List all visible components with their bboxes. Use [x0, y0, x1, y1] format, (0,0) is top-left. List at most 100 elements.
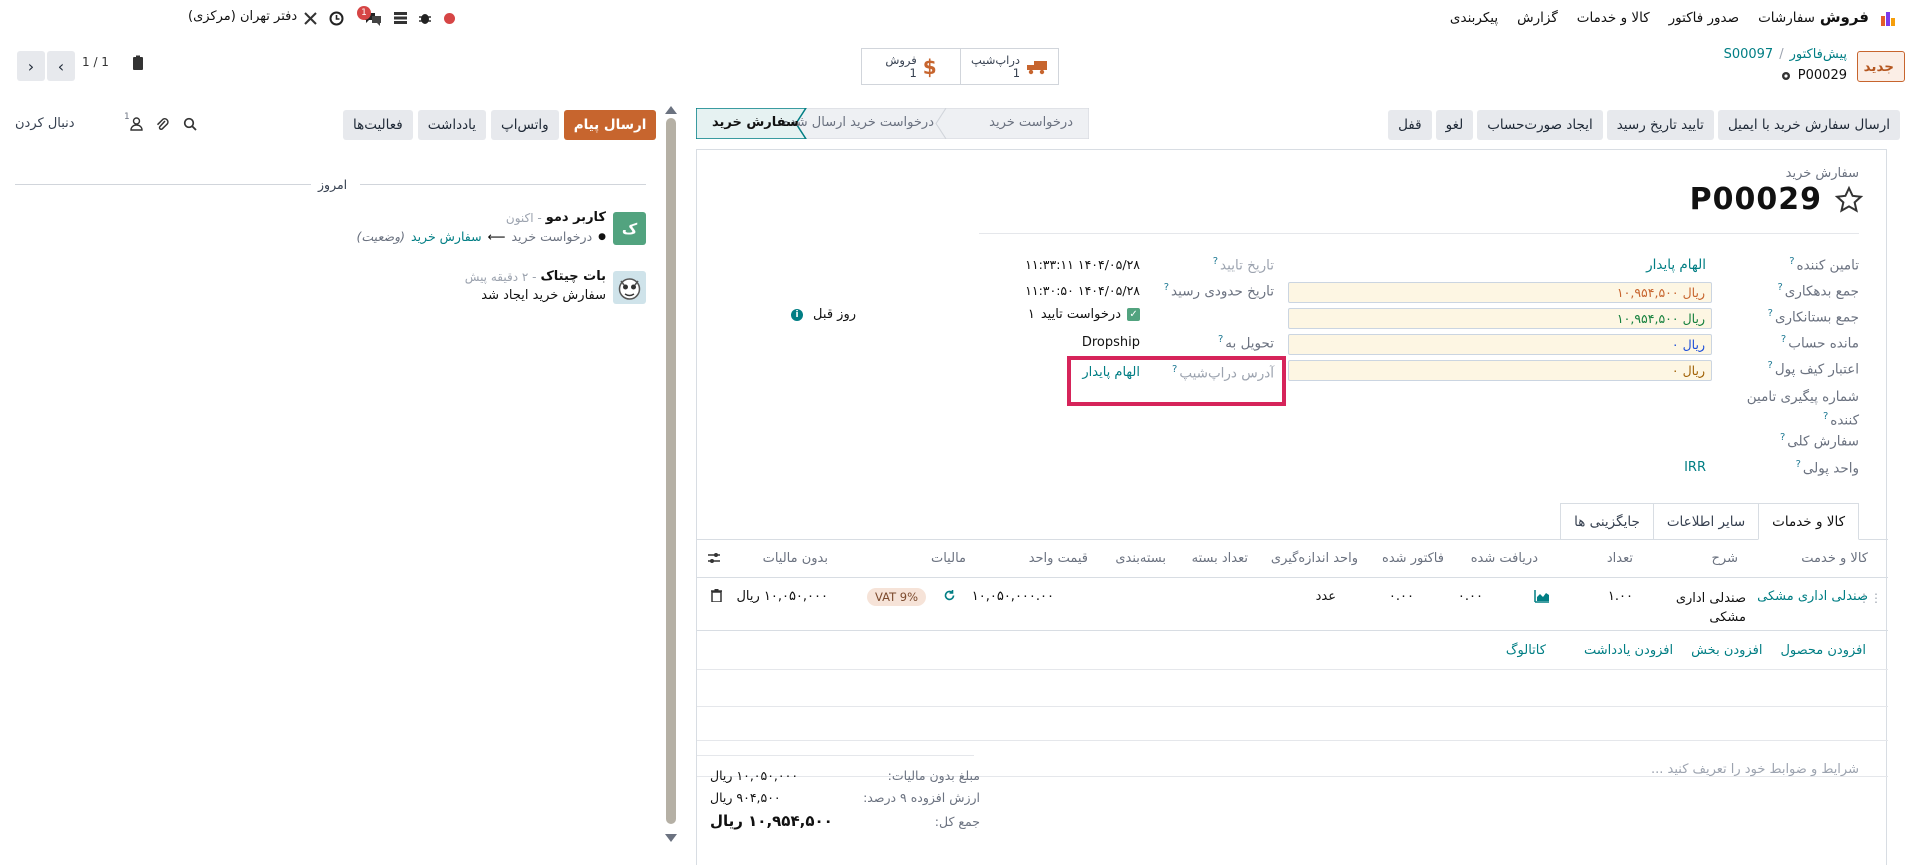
new-button[interactable]: جدید — [1857, 51, 1905, 82]
balance-label: مانده حساب? — [1780, 334, 1859, 352]
empty-row-line-1 — [697, 669, 1888, 670]
price-reset-icon[interactable] — [943, 589, 956, 602]
status-draft-rfq[interactable]: درخواست خرید — [989, 115, 1073, 130]
log-note-button[interactable]: یادداشت — [417, 110, 486, 140]
search-icon[interactable] — [183, 117, 197, 131]
message-1-tracking: ● درخواست خرید ⟵ سفارش خرید (وضعیت) — [356, 229, 606, 244]
blanket-order-label: سفارش کلی? — [1779, 432, 1859, 450]
message-1-author[interactable]: کاربر دمو — [546, 210, 606, 225]
order-lines-header: کالا و خدمت شرح تعداد دریافت شده فاکتور … — [697, 540, 1888, 578]
column-settings-icon[interactable] — [707, 551, 721, 565]
menu-configuration[interactable]: پیکربندی — [1450, 10, 1498, 26]
add-line-links: افزودن محصول افزودن بخش افزودن یادداشت ک… — [1506, 643, 1866, 658]
status-purchase-order[interactable]: سفارش خرید — [712, 115, 799, 130]
today-divider-left — [15, 184, 311, 185]
whatsapp-button[interactable]: واتس‌اپ — [490, 110, 559, 140]
attachment-icon[interactable] — [155, 117, 169, 132]
pager-prev-button[interactable]: ‹ — [17, 51, 45, 81]
send-message-button[interactable]: ارسال پیام — [563, 110, 657, 140]
expected-arrival-label: تاریخ حدودی رسید? — [1163, 282, 1274, 300]
add-product-link[interactable]: افزودن محصول — [1780, 643, 1866, 658]
untaxed-label: مبلغ بدون مالیات: — [887, 767, 980, 783]
line-description[interactable]: صندلی اداری مشکی — [1666, 589, 1746, 627]
line-product[interactable]: صندلی اداری مشکی — [1757, 589, 1868, 604]
scroll-up-arrow-icon[interactable] — [665, 106, 677, 114]
deliver-to-field[interactable]: Dropship — [1082, 335, 1140, 350]
breadcrumb-current[interactable]: S00097 — [1724, 47, 1774, 62]
form-sheet: سفارش خرید P00029 تامین کننده? الهام پای… — [696, 149, 1888, 865]
dollar-icon: $ — [922, 54, 937, 79]
record-title-row: P00029 — [1780, 68, 1847, 83]
vendor-label: تامین کننده? — [1789, 256, 1859, 274]
ask-confirmation-checkbox[interactable]: ✓ — [1127, 308, 1140, 321]
activity-clock-icon[interactable] — [329, 11, 344, 26]
menu-products[interactable]: کالا و خدمات — [1577, 10, 1650, 26]
line-tax-badge[interactable]: VAT 9% — [866, 588, 926, 606]
tab-alternatives[interactable]: جایگزینی ها — [1560, 503, 1653, 540]
wallet-credit-field[interactable]: ریال ۰ — [1288, 360, 1712, 381]
delete-line-icon[interactable] — [711, 589, 722, 602]
dropship-smart-button[interactable]: دراپ‌شیپ 1 — [960, 49, 1058, 84]
activities-button[interactable]: فعالیت‌ها — [343, 110, 413, 140]
vendor-field[interactable]: الهام پایدار — [1646, 257, 1706, 273]
terms-input[interactable]: شرایط و ضوابط خود را تعریف کنید ... — [1651, 762, 1859, 777]
bot-avatar[interactable] — [613, 271, 646, 304]
follow-button[interactable]: دنبال کردن — [15, 116, 75, 131]
doc-number: P00029 — [1689, 182, 1822, 217]
line-received: ۰.۰۰ — [1457, 589, 1483, 604]
doc-title-row: P00029 — [1690, 182, 1864, 217]
followers-count: 1 — [124, 112, 130, 122]
status-rfq-sent[interactable]: درخواست خرید ارسال شده — [783, 115, 934, 130]
avatar[interactable]: ک — [613, 212, 646, 245]
breadcrumb-parent[interactable]: پیش‌فاکتور — [1790, 47, 1847, 62]
star-icon[interactable] — [1834, 185, 1864, 215]
catalog-link[interactable]: کاتالوگ — [1506, 643, 1546, 658]
app-grid-icon[interactable] — [1879, 8, 1899, 28]
settings-gear-icon[interactable] — [1780, 70, 1792, 82]
menu-reporting[interactable]: گزارش — [1517, 10, 1558, 26]
smart-buttons: دراپ‌شیپ 1 $ فروش 1 — [861, 48, 1059, 85]
deliver-to-label: تحویل به? — [1217, 334, 1274, 352]
menu-orders[interactable]: سفارشات — [1758, 10, 1815, 26]
add-note-link[interactable]: افزودن یادداشت — [1584, 643, 1673, 658]
cancel-order-button[interactable]: لغو — [1435, 110, 1474, 140]
table-row[interactable]: ⋮⋮ صندلی اداری مشکی صندلی اداری مشکی ۱.۰… — [697, 579, 1888, 631]
scrollbar-thumb[interactable] — [666, 118, 676, 824]
pager-next-button[interactable]: › — [47, 51, 75, 81]
sale-smart-button[interactable]: $ فروش 1 — [862, 49, 960, 84]
blanket-order-input[interactable] — [1282, 432, 1706, 452]
scroll-down-arrow-icon[interactable] — [665, 834, 677, 842]
total-debit-field[interactable]: ریال ۱۰,۹۵۴,۵۰۰ — [1288, 282, 1712, 303]
total-credit-field[interactable]: ریال ۱۰,۹۵۴,۵۰۰ — [1288, 308, 1712, 329]
tab-other-info[interactable]: سایر اطلاعات — [1652, 503, 1759, 540]
debug-bug-icon[interactable] — [418, 11, 432, 25]
info-icon[interactable]: i — [791, 308, 804, 321]
pager-value[interactable]: 1 / 1 — [82, 55, 109, 69]
create-bill-button[interactable]: ایجاد صورت‌حساب — [1477, 110, 1603, 140]
followers-user-icon[interactable] — [130, 117, 143, 131]
forecast-chart-icon[interactable] — [1534, 589, 1550, 603]
line-quantity[interactable]: ۱.۰۰ — [1608, 589, 1633, 604]
today-divider-right — [360, 184, 646, 185]
app-name[interactable]: فروش — [1820, 8, 1869, 26]
message-2-author[interactable]: بات چیتاک — [540, 269, 606, 284]
balance-field[interactable]: ریال ۰ — [1288, 334, 1712, 355]
clipboard-icon[interactable] — [131, 55, 145, 71]
tools-icon[interactable] — [303, 11, 318, 26]
dropship-address-field[interactable]: الهام پایدار — [1082, 365, 1140, 380]
lock-order-button[interactable]: قفل — [1388, 110, 1432, 140]
company-switcher[interactable]: دفتر تهران (مرکزی) — [188, 9, 297, 24]
tab-products[interactable]: کالا و خدمات — [1758, 503, 1859, 540]
scrollbar[interactable] — [664, 100, 678, 865]
status-dot-icon[interactable] — [444, 13, 455, 24]
line-unit-price[interactable]: ۱۰,۰۵۰,۰۰۰.۰۰ — [972, 589, 1054, 604]
expected-arrival-input[interactable]: ۱۴۰۴/۰۵/۲۸ ۱۱:۳۰:۵۰ — [1025, 283, 1140, 298]
vendor-reference-input[interactable] — [1282, 390, 1706, 410]
add-section-link[interactable]: افزودن بخش — [1691, 643, 1762, 658]
menu-invoicing[interactable]: صدور فاکتور — [1669, 10, 1739, 26]
confirm-receipt-date-button[interactable]: تایید تاریخ رسید — [1606, 110, 1714, 140]
currency-field[interactable]: IRR — [1684, 460, 1706, 475]
server-list-icon[interactable] — [393, 11, 408, 25]
send-po-email-button[interactable]: ارسال سفارش خرید با ایمیل — [1717, 110, 1900, 140]
line-uom[interactable]: عدد — [1316, 589, 1336, 604]
